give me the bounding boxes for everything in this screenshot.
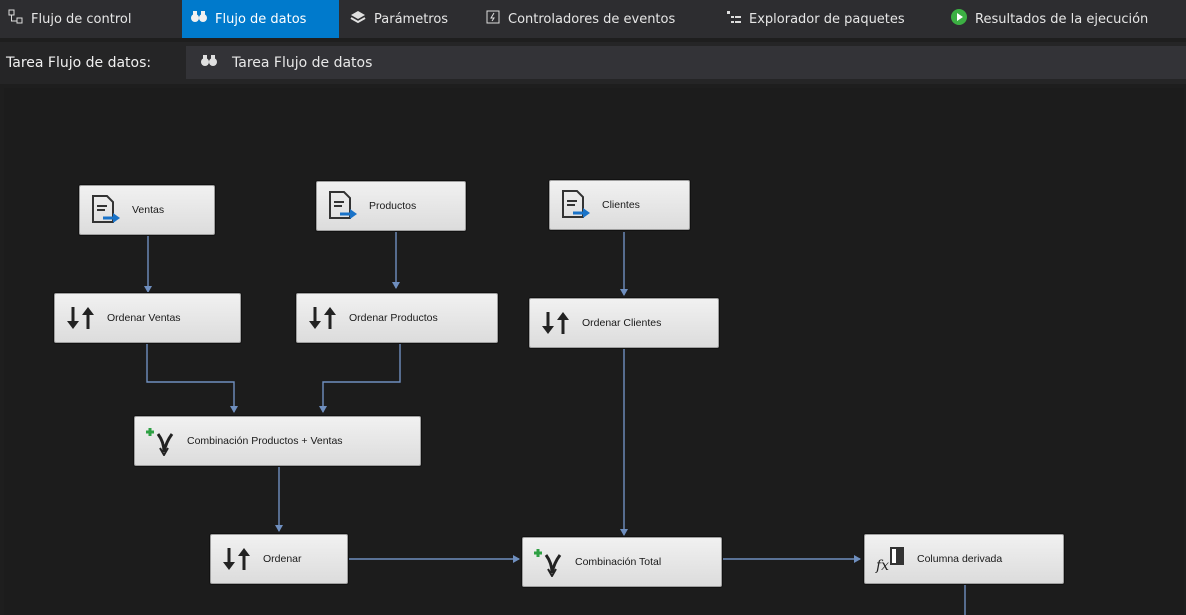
node-label: Columna derivada xyxy=(917,553,1003,565)
tab-label: Flujo de control xyxy=(31,11,132,27)
sort-icon xyxy=(305,305,341,331)
parameters-icon xyxy=(349,9,367,29)
node-productos[interactable]: Productos xyxy=(316,181,466,231)
tab-parameters[interactable]: Parámetros xyxy=(341,0,477,38)
sort-icon xyxy=(63,305,99,331)
tab-control-flow[interactable]: Flujo de control xyxy=(0,0,175,38)
node-label: Clientes xyxy=(602,199,640,211)
flat-file-source-icon xyxy=(325,190,361,222)
node-clientes[interactable]: Clientes xyxy=(549,180,690,230)
node-label: Combinación Productos + Ventas xyxy=(187,435,343,447)
data-flow-icon xyxy=(200,53,218,73)
node-label: Productos xyxy=(369,200,417,212)
tab-label: Resultados de la ejecución xyxy=(975,11,1149,27)
node-columna-derivada[interactable]: fx Columna derivada xyxy=(864,534,1064,584)
tab-label: Controladores de eventos xyxy=(508,11,676,27)
tab-execution-results[interactable]: Resultados de la ejecución xyxy=(942,0,1186,38)
merge-join-icon xyxy=(143,426,179,456)
tab-package-explorer[interactable]: Explorador de paquetes xyxy=(718,0,940,38)
svg-text:fx: fx xyxy=(875,558,889,573)
flat-file-source-icon xyxy=(88,194,124,226)
node-label: Ordenar Ventas xyxy=(107,312,181,324)
node-combinacion-total[interactable]: Combinación Total xyxy=(522,537,722,587)
flat-file-source-icon xyxy=(558,189,594,221)
node-ordenar-clientes[interactable]: Ordenar Clientes xyxy=(529,298,719,348)
tab-label: Explorador de paquetes xyxy=(749,11,905,27)
package-explorer-icon xyxy=(726,9,742,29)
data-flow-icon xyxy=(190,9,208,29)
task-selector-label: Tarea Flujo de datos: xyxy=(6,55,152,71)
merge-join-icon xyxy=(531,547,567,577)
task-selector-dropdown[interactable]: Tarea Flujo de datos xyxy=(186,46,1186,79)
path-ordenar-ventas-to-combinacion xyxy=(146,343,238,413)
data-flow-canvas[interactable]: Ventas Productos Clientes Ordenar Ventas… xyxy=(4,88,1184,615)
task-selector-value: Tarea Flujo de datos xyxy=(232,54,373,71)
node-ordenar-ventas[interactable]: Ordenar Ventas xyxy=(54,293,241,343)
node-label: Ordenar Clientes xyxy=(582,317,662,329)
tab-data-flow[interactable]: Flujo de datos xyxy=(182,0,339,38)
play-icon xyxy=(950,8,968,30)
tab-label: Flujo de datos xyxy=(215,11,307,27)
tab-label: Parámetros xyxy=(374,11,449,27)
node-label: Ordenar Productos xyxy=(349,312,438,324)
task-selector-bar: Tarea Flujo de datos: Tarea Flujo de dat… xyxy=(0,42,1186,84)
node-ordenar-productos[interactable]: Ordenar Productos xyxy=(296,293,498,343)
derived-column-icon: fx xyxy=(873,545,909,573)
node-label: Ordenar xyxy=(263,553,302,565)
designer-tab-strip: Flujo de control Flujo de datos Parámetr… xyxy=(0,0,1186,38)
sort-icon xyxy=(538,310,574,336)
tab-event-handlers[interactable]: Controladores de eventos xyxy=(477,0,715,38)
sort-icon xyxy=(219,546,255,572)
path-ordenar-productos-to-combinacion xyxy=(319,343,401,413)
node-ordenar[interactable]: Ordenar xyxy=(210,534,348,584)
node-label: Ventas xyxy=(132,204,165,216)
node-ventas[interactable]: Ventas xyxy=(79,185,215,235)
event-handlers-icon xyxy=(485,9,501,29)
node-label: Combinación Total xyxy=(575,556,662,568)
control-flow-icon xyxy=(8,9,24,29)
node-combinacion-productos-ventas[interactable]: Combinación Productos + Ventas xyxy=(134,416,421,466)
